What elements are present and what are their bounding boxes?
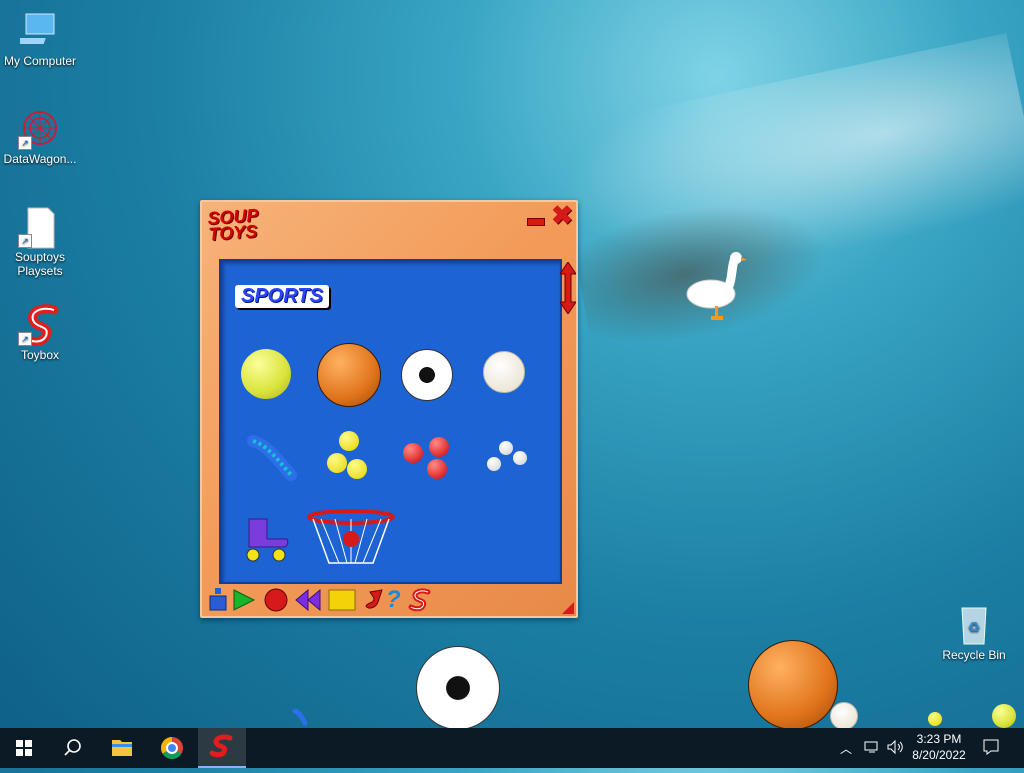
desktop-icon-souptoys-playsets[interactable]: ↗ Souptoys Playsets [0, 206, 80, 278]
toy-toolbar: ? [208, 588, 448, 614]
taskbar: ︿ 3:23 PM 8/20/2022 [0, 728, 1024, 768]
shortcut-arrow-icon: ↗ [18, 234, 32, 248]
desktop-icon-label: Toybox [20, 348, 60, 362]
desktop-icon-label: Souptoys Playsets [14, 250, 66, 278]
slinky-toy[interactable] [247, 435, 299, 485]
baseball-toy[interactable] [483, 351, 527, 395]
start-button[interactable] [0, 728, 48, 768]
desktop-icon-label: DataWagon... [3, 152, 77, 166]
notification-icon[interactable] [982, 738, 1000, 759]
music-icon[interactable] [362, 588, 384, 612]
desktop-small-yellow-ball[interactable] [928, 712, 942, 726]
yellow-balls-toy[interactable] [327, 431, 371, 483]
network-icon[interactable] [864, 739, 880, 758]
desktop-icon-toybox[interactable]: ↗ Toybox [0, 304, 80, 362]
clock-date: 8/20/2022 [912, 748, 966, 762]
weight-icon[interactable] [208, 588, 230, 612]
desktop-icon-label: Recycle Bin [942, 648, 1006, 662]
desktop-baseball[interactable] [830, 702, 858, 730]
tennis-ball-toy[interactable] [241, 349, 293, 401]
desktop-soccer-ball[interactable] [416, 646, 500, 730]
toybox-s-icon: ↗ [18, 304, 60, 346]
white-balls-toy[interactable] [487, 441, 527, 475]
search-button[interactable] [48, 728, 96, 768]
goose-toy[interactable] [683, 250, 747, 322]
datawagon-icon: ↗ [18, 108, 60, 150]
rewind-icon[interactable] [294, 588, 321, 612]
desktop-icon-label: My Computer [3, 54, 77, 68]
roller-skate-toy[interactable] [243, 513, 293, 563]
basketball-toy[interactable] [317, 343, 381, 407]
svg-text:♻: ♻ [968, 619, 981, 635]
volume-icon[interactable] [886, 739, 904, 758]
shortcut-arrow-icon: ↗ [18, 136, 32, 150]
clock[interactable]: 3:23 PM 8/20/2022 [912, 732, 966, 762]
desktop-tennis-ball[interactable] [992, 704, 1016, 728]
recycle-bin-icon: ♻ [954, 604, 994, 645]
show-hidden-icons-chevron[interactable]: ︿ [840, 740, 852, 757]
desktop-icon-datawagon[interactable]: ↗ DataWagon... [0, 108, 80, 166]
folder-icon [112, 740, 132, 756]
scroll-up-down-arrow[interactable] [559, 261, 577, 315]
file-explorer-button[interactable] [98, 728, 146, 768]
record-icon[interactable] [264, 588, 288, 612]
computer-icon [11, 10, 60, 50]
desktop-icon-my-computer[interactable]: My Computer [0, 10, 80, 68]
soccer-ball-toy[interactable] [401, 349, 453, 401]
souptoys-window[interactable]: SOUP TOYS ✖ SPORTS ? [200, 200, 578, 618]
shortcut-arrow-icon: ↗ [18, 332, 32, 346]
document-icon: ↗ [18, 206, 60, 249]
help-icon[interactable]: ? [386, 588, 408, 612]
stop-icon[interactable] [328, 588, 356, 612]
clock-time: 3:23 PM [916, 732, 962, 746]
red-balls-toy[interactable] [403, 435, 449, 481]
desktop-icon-recycle-bin[interactable]: ♻ Recycle Bin [934, 604, 1014, 662]
souptoys-s-icon [209, 734, 233, 758]
category-title: SPORTS [235, 285, 329, 308]
windows-icon [16, 740, 32, 756]
resize-grip[interactable] [562, 602, 574, 614]
chrome-button[interactable] [148, 728, 196, 768]
play-icon[interactable] [232, 588, 256, 612]
toy-panel: SPORTS [219, 259, 562, 584]
search-icon [64, 739, 81, 756]
soup-logo-icon[interactable] [408, 588, 431, 612]
basketball-hoop-toy[interactable] [305, 509, 397, 567]
desktop-slinky[interactable] [292, 708, 308, 726]
desktop-basketball[interactable] [748, 640, 838, 730]
souptoys-taskbar-button[interactable] [198, 728, 246, 768]
minimize-button[interactable] [527, 218, 545, 226]
chrome-icon [161, 737, 183, 759]
close-button[interactable]: ✖ [550, 202, 574, 228]
soup-toys-logo: SOUP TOYS [206, 204, 259, 245]
